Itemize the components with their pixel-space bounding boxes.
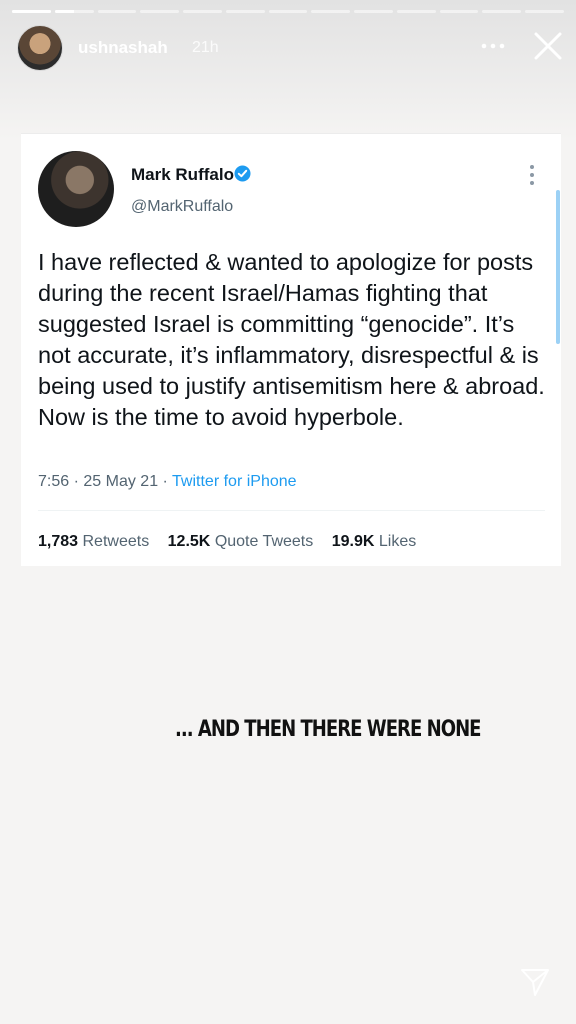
tweet-date: 25 May 21 (83, 473, 159, 490)
story-progress-segment (183, 10, 222, 13)
scrollbar (556, 190, 560, 344)
likes-label: Likes (378, 533, 417, 550)
tweet-stats: 1,783 Retweets 12.5K Quote Tweets 19.9K … (38, 533, 430, 551)
send-icon[interactable] (519, 966, 551, 998)
story-progress-fill (54, 10, 75, 13)
quote-tweets-stat: 12.5K Quote Tweets (168, 533, 314, 550)
retweets-count: 1,783 (38, 533, 79, 550)
tweet-client: Twitter for iPhone (172, 473, 297, 490)
tweet-author-avatar (38, 151, 114, 227)
tweet-time: 7:56 (38, 473, 70, 490)
meta-separator: · (73, 473, 79, 490)
tweet-text: I have reflected & wanted to apologize f… (38, 249, 545, 430)
story-progress-segment (225, 10, 265, 13)
story-author-avatar[interactable] (17, 25, 63, 71)
story-progress-segment (439, 10, 479, 13)
tweet-author-handle: @MarkRuffalo (131, 198, 234, 215)
story-progress-fill (12, 10, 51, 13)
more-vertical-icon (529, 164, 535, 186)
story-progress-segment (140, 10, 180, 13)
quote-tweets-count: 12.5K (167, 533, 211, 550)
more-horizontal-icon[interactable] (480, 36, 506, 56)
story-timestamp: 21h (192, 39, 219, 56)
story-username[interactable]: ushnashah (78, 38, 168, 58)
story-progress-segment (97, 10, 137, 13)
divider (38, 510, 545, 511)
story-caption-sticker: ... AND THEN THERE WERE NONE (52, 717, 524, 742)
caption-text: ... AND THEN THERE WERE NONE (175, 717, 481, 742)
retweets-label: Retweets (82, 533, 150, 550)
close-icon[interactable] (532, 30, 564, 62)
tweet-author-name: Mark Ruffalo (131, 165, 234, 184)
story-progress-segment (354, 10, 393, 13)
quote-tweets-label: Quote Tweets (214, 533, 314, 550)
likes-count: 19.9K (331, 533, 375, 550)
tweet-card: Mark Ruffalo @MarkRuffalo I have reflect… (21, 133, 561, 566)
story-progress-segment (396, 10, 436, 13)
top-shade (0, 0, 576, 140)
verified-badge-icon (234, 165, 251, 182)
story-progress-segment (268, 10, 308, 13)
story-progress-segment (12, 10, 51, 13)
meta-separator: · (162, 473, 168, 490)
story-progress-segment (54, 10, 94, 13)
likes-stat: 19.9K Likes (332, 533, 417, 550)
story-progress-segment (311, 10, 351, 13)
story-progress-segment (482, 10, 522, 13)
story-progress-segment (525, 10, 564, 13)
story-progress-bar (12, 10, 564, 13)
tweet-meta: 7:56 · 25 May 21 · Twitter for iPhone (38, 473, 297, 491)
retweets-stat: 1,783 Retweets (38, 533, 149, 550)
